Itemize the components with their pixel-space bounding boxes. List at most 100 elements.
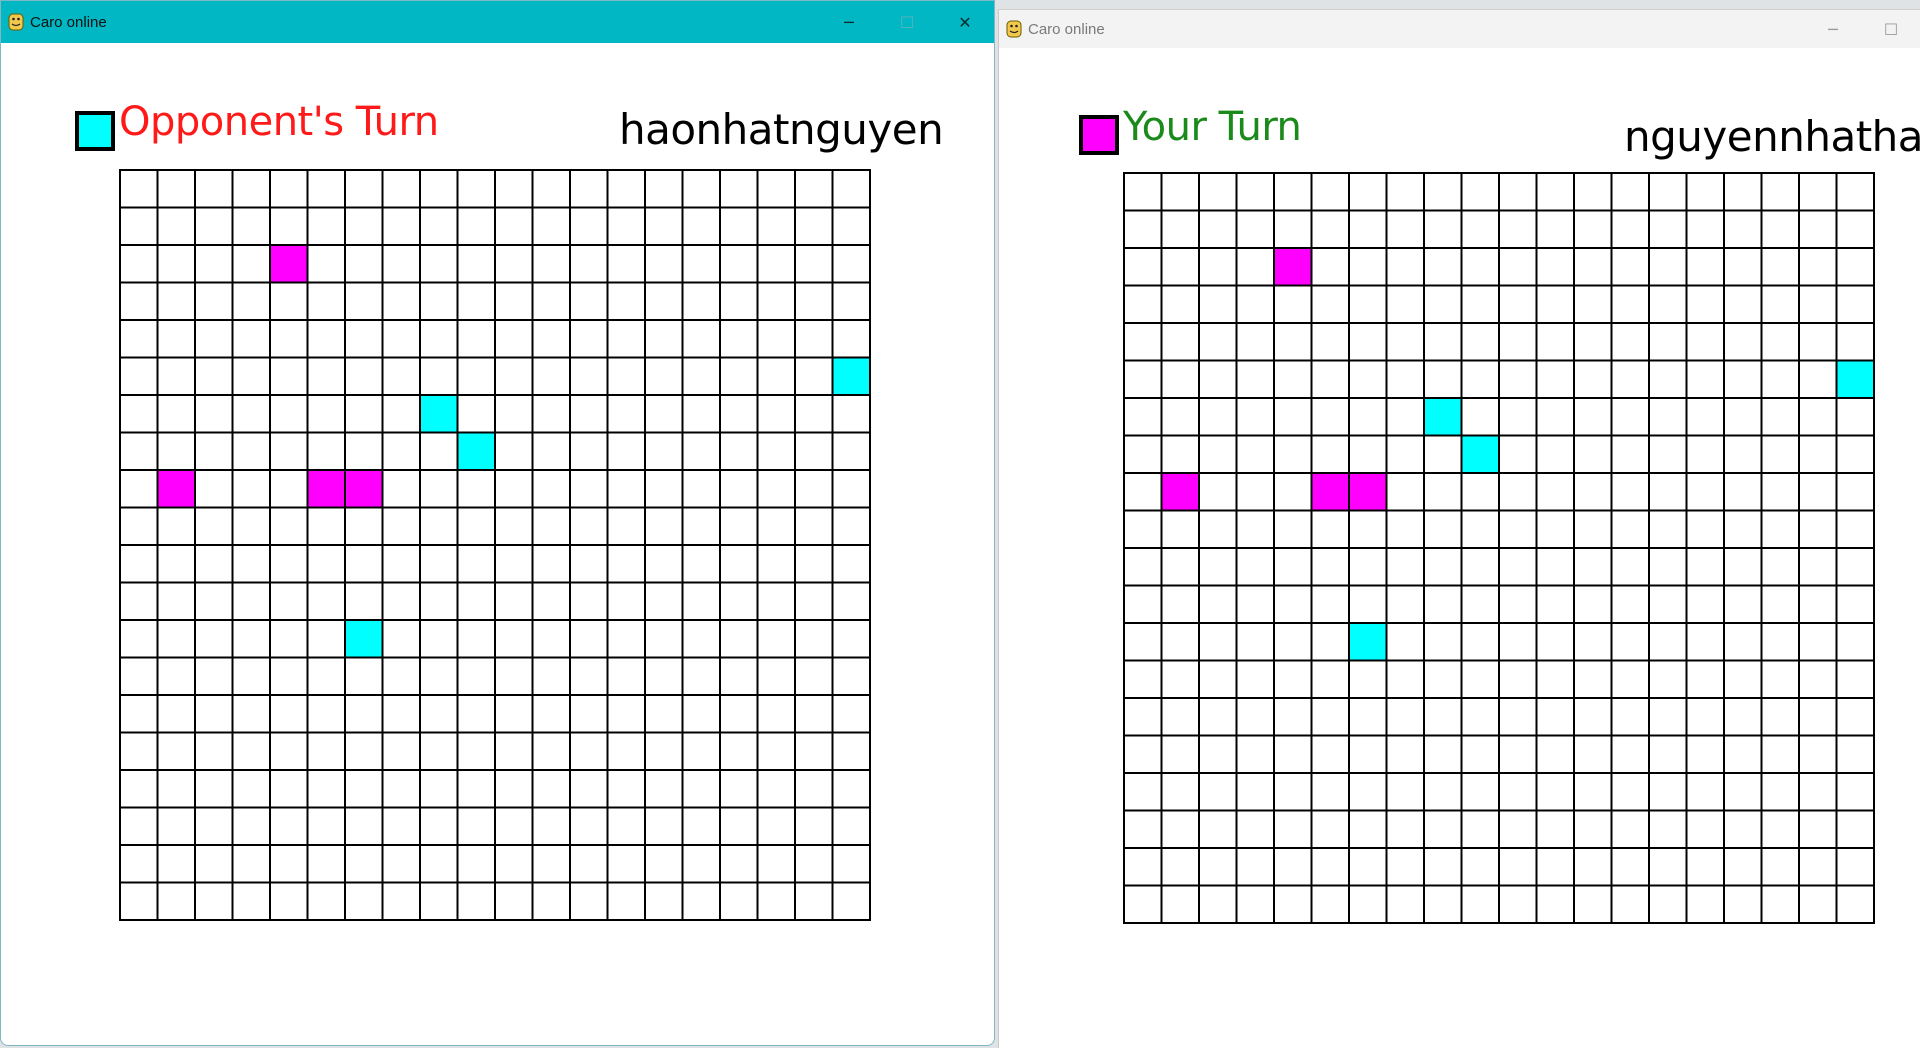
board-cell[interactable]	[606, 881, 646, 921]
board-cell[interactable]	[831, 581, 871, 621]
board-cell[interactable]	[194, 694, 234, 734]
board-cell[interactable]	[494, 619, 534, 659]
board-cell[interactable]	[156, 169, 196, 209]
board-cell[interactable]	[681, 844, 721, 884]
board-cell[interactable]	[1573, 397, 1613, 437]
board-cell[interactable]	[1760, 697, 1800, 737]
board-cell[interactable]	[381, 319, 421, 359]
board-cell[interactable]	[419, 206, 459, 246]
board-cell[interactable]	[719, 281, 759, 321]
board-cell[interactable]	[1573, 884, 1613, 924]
board-cell[interactable]	[831, 731, 871, 771]
board-cell[interactable]	[1310, 697, 1350, 737]
board-cell[interactable]	[1198, 322, 1238, 362]
board-cell[interactable]	[269, 731, 309, 771]
board-cell[interactable]	[531, 581, 571, 621]
board-cell[interactable]	[531, 544, 571, 584]
board-cell[interactable]	[1385, 359, 1425, 399]
board-cell[interactable]	[1535, 772, 1575, 812]
board-cell[interactable]	[1123, 734, 1163, 774]
board-cell[interactable]	[231, 656, 271, 696]
board-cell[interactable]	[1648, 697, 1688, 737]
board-cell[interactable]	[231, 806, 271, 846]
board-cell[interactable]	[1573, 172, 1613, 212]
board-cell[interactable]	[419, 656, 459, 696]
board-cell[interactable]	[531, 319, 571, 359]
board-cell[interactable]	[719, 169, 759, 209]
board-cell[interactable]	[119, 506, 159, 546]
board-cell[interactable]	[756, 844, 796, 884]
board-cell[interactable]	[569, 469, 609, 509]
board-cell[interactable]	[1648, 884, 1688, 924]
board-cell[interactable]	[1385, 809, 1425, 849]
board-cell[interactable]	[719, 844, 759, 884]
board-cell[interactable]	[1160, 884, 1200, 924]
board-cell[interactable]	[1835, 322, 1875, 362]
board-cell[interactable]	[306, 806, 346, 846]
board-cell[interactable]	[194, 244, 234, 284]
board-cell[interactable]	[1235, 397, 1275, 437]
board-cell[interactable]	[1685, 847, 1725, 887]
board-cell[interactable]	[719, 619, 759, 659]
board-cell[interactable]	[1835, 434, 1875, 474]
board-cell[interactable]	[381, 206, 421, 246]
board-cell[interactable]	[194, 544, 234, 584]
board-cell[interactable]	[719, 206, 759, 246]
board-cell[interactable]	[231, 881, 271, 921]
board-cell[interactable]	[1498, 284, 1538, 324]
board-cell[interactable]	[756, 619, 796, 659]
board-cell[interactable]	[1610, 509, 1650, 549]
board-cell[interactable]	[1123, 322, 1163, 362]
board-cell[interactable]	[1535, 509, 1575, 549]
board-cell[interactable]	[1460, 247, 1500, 287]
board-cell[interactable]	[344, 656, 384, 696]
board-cell[interactable]	[1235, 659, 1275, 699]
board-cell[interactable]	[494, 544, 534, 584]
board-cell[interactable]	[269, 431, 309, 471]
board-cell[interactable]	[719, 506, 759, 546]
board-cell[interactable]	[1723, 397, 1763, 437]
board-cell[interactable]	[194, 619, 234, 659]
board-cell[interactable]	[1498, 322, 1538, 362]
board-cell[interactable]	[1460, 397, 1500, 437]
board-cell[interactable]	[1535, 809, 1575, 849]
board-cell[interactable]	[156, 544, 196, 584]
board-cell[interactable]	[1235, 247, 1275, 287]
board-cell[interactable]	[1798, 434, 1838, 474]
board-cell[interactable]	[569, 694, 609, 734]
board-cell[interactable]	[606, 431, 646, 471]
board-cell[interactable]	[681, 319, 721, 359]
board-cell[interactable]	[1273, 734, 1313, 774]
board-cell[interactable]	[119, 281, 159, 321]
board-cell[interactable]	[1498, 659, 1538, 699]
board-cell[interactable]	[1423, 884, 1463, 924]
board-cell[interactable]	[1198, 697, 1238, 737]
board-cell[interactable]	[1273, 472, 1313, 512]
board-cell[interactable]	[1573, 847, 1613, 887]
board-cell[interactable]	[119, 806, 159, 846]
board-cell[interactable]	[1573, 434, 1613, 474]
board-cell[interactable]	[794, 731, 834, 771]
board-cell[interactable]	[194, 656, 234, 696]
board-cell[interactable]	[1498, 622, 1538, 662]
board-cell[interactable]	[831, 544, 871, 584]
board-cell[interactable]	[531, 281, 571, 321]
board-cell[interactable]	[1760, 172, 1800, 212]
board-cell[interactable]	[344, 769, 384, 809]
board-cell[interactable]	[231, 581, 271, 621]
board-cell[interactable]	[381, 769, 421, 809]
board-cell[interactable]	[1498, 847, 1538, 887]
board-cell[interactable]	[756, 169, 796, 209]
board-cell[interactable]	[1723, 697, 1763, 737]
board-cell[interactable]	[569, 506, 609, 546]
caro-board[interactable]	[1123, 172, 1875, 924]
board-cell[interactable]	[1573, 584, 1613, 624]
board-cell[interactable]	[1310, 284, 1350, 324]
board-cell[interactable]	[1160, 847, 1200, 887]
board-cell[interactable]	[1835, 847, 1875, 887]
board-cell[interactable]	[1460, 172, 1500, 212]
board-cell[interactable]	[1723, 772, 1763, 812]
board-cell[interactable]	[119, 656, 159, 696]
board-cell[interactable]	[1123, 472, 1163, 512]
board-cell[interactable]	[456, 506, 496, 546]
